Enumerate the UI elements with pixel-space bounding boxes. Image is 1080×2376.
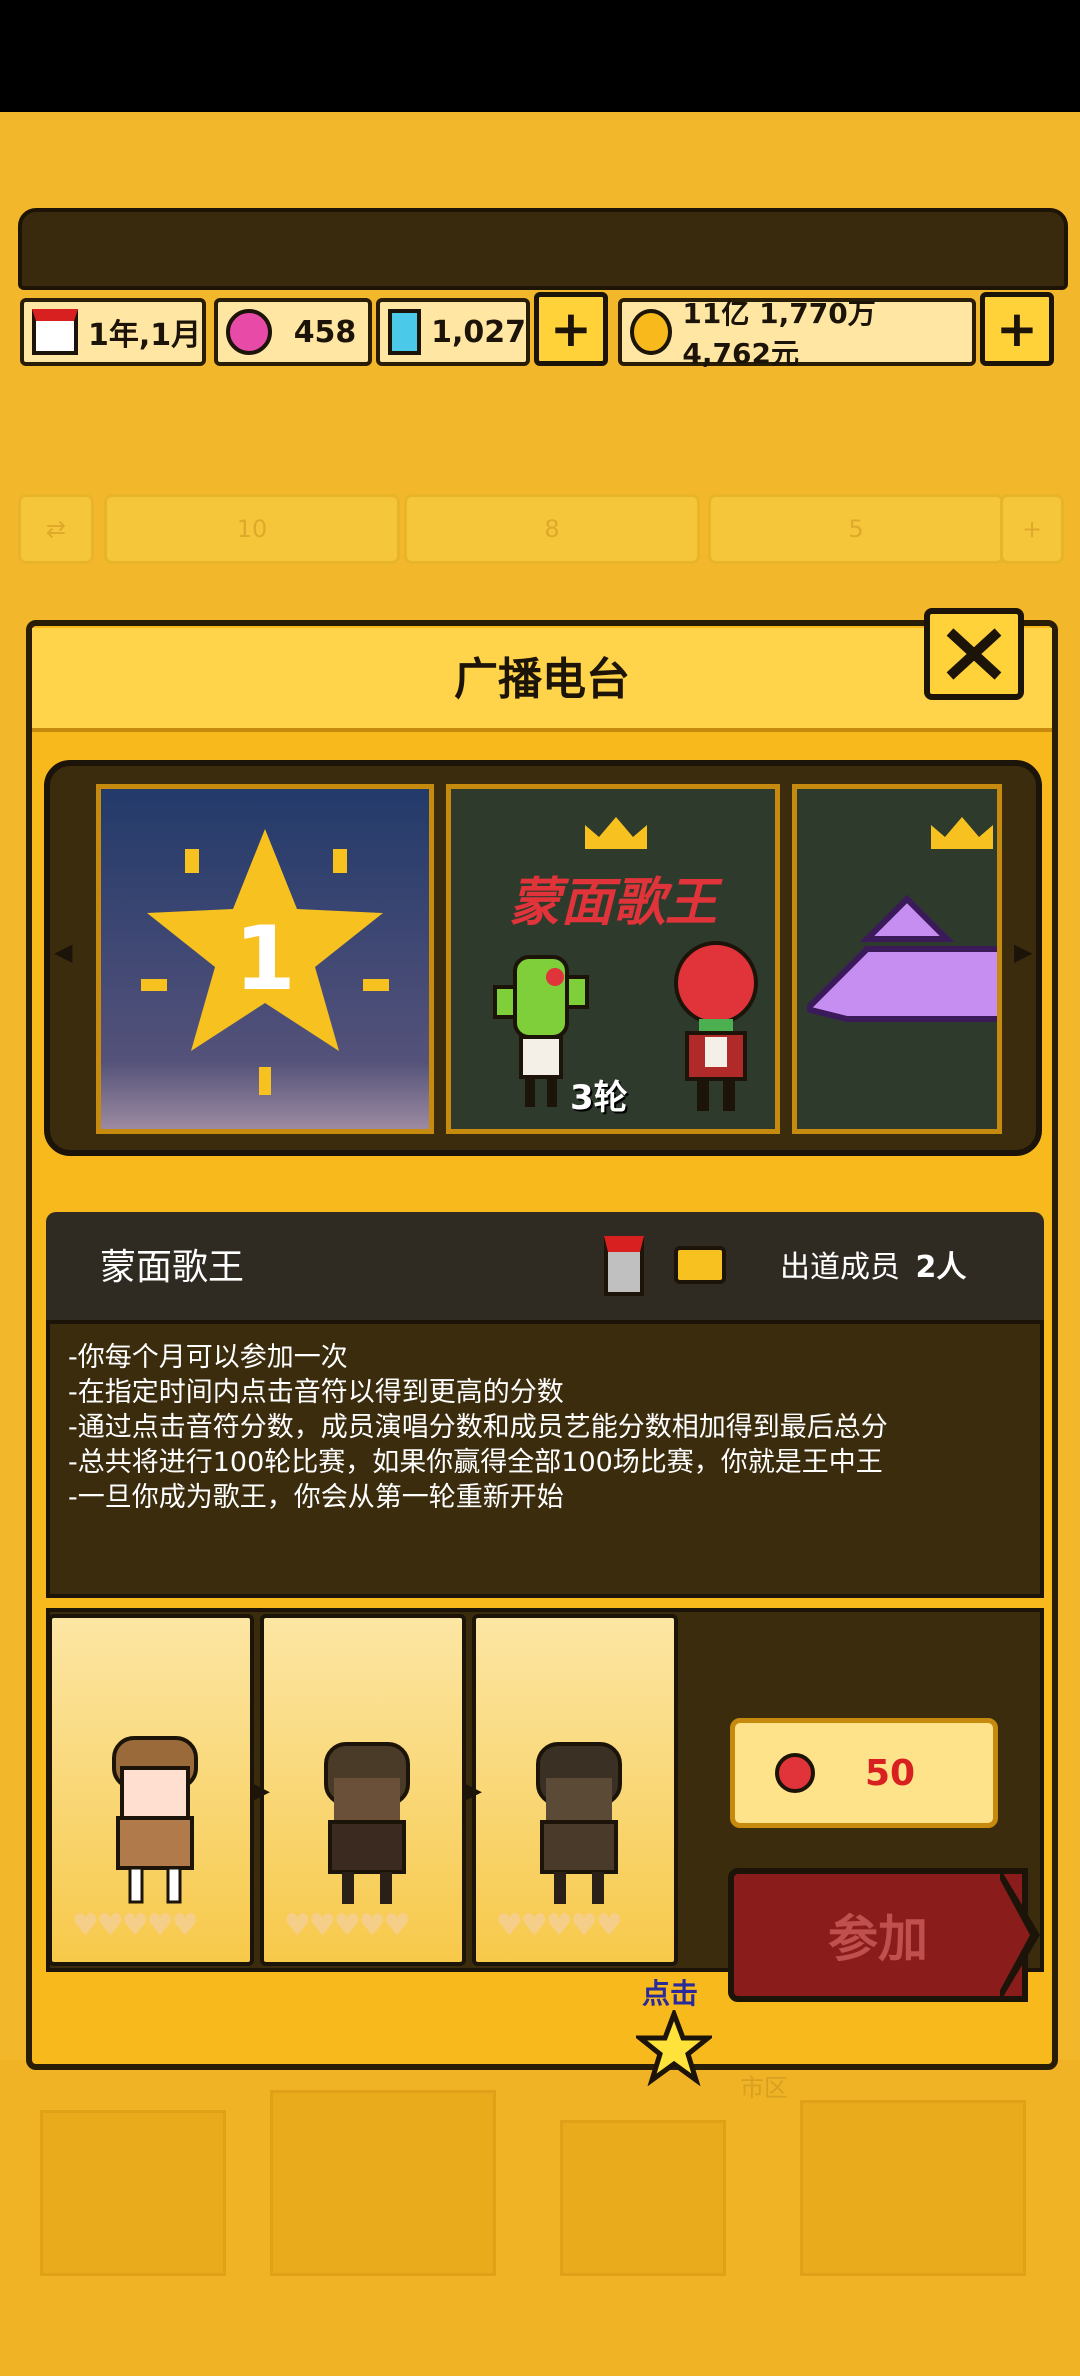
purple-logo-icon bbox=[807, 894, 997, 1022]
close-button[interactable] bbox=[924, 608, 1024, 700]
crown-icon bbox=[931, 817, 993, 849]
diamonds-value: 1,027 bbox=[431, 314, 526, 350]
carousel-left-arrow-icon[interactable]: ◀ bbox=[54, 938, 72, 966]
members-count: 2人 bbox=[915, 1250, 967, 1285]
member-silhouette-icon bbox=[536, 1742, 622, 1904]
rule-line: -你每个月可以参加一次 bbox=[68, 1342, 348, 1373]
rule-line: -总共将进行100轮比赛，如果你赢得全部100场比赛，你就是王中王 bbox=[68, 1447, 883, 1478]
chest-icon bbox=[674, 1246, 726, 1284]
background-stat: 8 bbox=[404, 494, 700, 564]
rank-number: 1 bbox=[234, 907, 296, 1010]
coin-icon bbox=[630, 309, 673, 355]
join-button-arrow-fill bbox=[998, 1876, 1030, 1994]
gems-display: 458 bbox=[214, 298, 372, 366]
city-label: 市区 bbox=[740, 2074, 788, 2102]
date-value: 1年,1月 bbox=[88, 318, 202, 353]
tomato-icon bbox=[775, 1753, 815, 1793]
event-card-title: 蒙面歌王 bbox=[508, 873, 717, 933]
background-stat: 5 bbox=[708, 494, 1004, 564]
join-label: 参加 bbox=[828, 1910, 928, 1968]
event-card-third[interactable] bbox=[792, 784, 1002, 1134]
debut-members: 出道成员 2人 bbox=[780, 1242, 966, 1286]
entry-cost: 50 bbox=[730, 1718, 998, 1828]
battery-icon bbox=[604, 1236, 644, 1296]
tap-hint-label: 点击 bbox=[642, 1977, 699, 2010]
add-money-button[interactable]: + bbox=[980, 292, 1054, 366]
hearts-rating: ♥♥♥♥♥ bbox=[72, 1908, 198, 1943]
rose-character-icon bbox=[674, 941, 758, 1111]
add-diamonds-button[interactable]: + bbox=[534, 292, 608, 366]
carousel-right-arrow-icon[interactable]: ▶ bbox=[1014, 938, 1032, 966]
diamonds-display: 1,027 bbox=[376, 298, 530, 366]
background-building bbox=[560, 2120, 726, 2276]
money-value: 11亿 1,770万 4,762元 bbox=[682, 297, 876, 370]
rule-line: -通过点击音符分数，成员演唱分数和成员艺能分数相加得到最后总分 bbox=[68, 1412, 888, 1443]
background-stat: 10 bbox=[104, 494, 400, 564]
money-display: 11亿 1,770万 4,762元 bbox=[618, 297, 976, 370]
background-building bbox=[40, 2110, 226, 2276]
swap-icon: ⇄ bbox=[18, 494, 94, 564]
hearts-rating: ♥♥♥♥♥ bbox=[284, 1908, 410, 1943]
rule-line: -一旦你成为歌王，你会从第一轮重新开始 bbox=[68, 1482, 564, 1513]
status-bar bbox=[0, 0, 1080, 112]
cost-value: 50 bbox=[865, 1752, 916, 1794]
hearts-rating: ♥♥♥♥♥ bbox=[496, 1908, 622, 1943]
background-building bbox=[270, 2090, 496, 2276]
pink-gem-icon bbox=[226, 309, 272, 355]
dialog-title: 广播电台 bbox=[454, 654, 630, 705]
background-building bbox=[800, 2100, 1026, 2276]
event-card-ranking[interactable]: 1 bbox=[96, 784, 434, 1134]
member-avatar-icon bbox=[112, 1736, 198, 1904]
slot-arrow-icon: ▶ bbox=[250, 1776, 270, 1806]
round-label: 3轮 bbox=[570, 1078, 628, 1118]
background-plus: + bbox=[1000, 494, 1064, 564]
star-hint-icon[interactable] bbox=[636, 2010, 712, 2086]
member-silhouette-icon bbox=[324, 1742, 410, 1904]
close-icon bbox=[946, 628, 1002, 680]
diamond-icon bbox=[388, 309, 422, 355]
calendar-icon bbox=[32, 309, 78, 355]
date-display: 1年,1月 bbox=[20, 298, 206, 366]
members-label: 出道成员 bbox=[780, 1250, 900, 1285]
header-bar bbox=[18, 208, 1068, 290]
slot-arrow-icon: ▶ bbox=[462, 1776, 482, 1806]
crown-icon bbox=[585, 817, 647, 849]
rule-line: -在指定时间内点击音符以得到更高的分数 bbox=[68, 1377, 564, 1408]
gems-value: 458 bbox=[293, 314, 357, 350]
join-button[interactable]: 参加 bbox=[728, 1868, 1028, 2002]
event-name: 蒙面歌王 bbox=[100, 1247, 245, 1288]
rules-text: -你每个月可以参加一次 -在指定时间内点击音符以得到更高的分数 -通过点击音符分… bbox=[68, 1340, 1028, 1515]
